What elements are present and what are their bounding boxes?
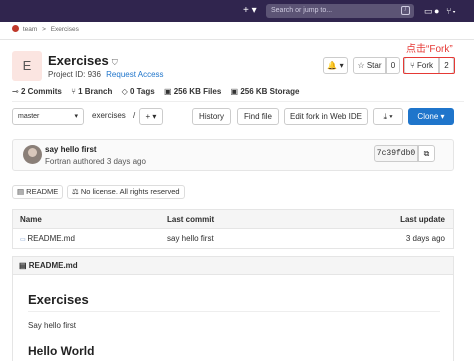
repo-path: exercises / — [92, 111, 140, 121]
annotation-label: 点击“Fork” — [406, 44, 453, 55]
commit-message[interactable]: say hello first — [45, 145, 97, 155]
project-stats: ⊸ 2 Commits ⑂ 1 Branch ◇ 0 Tags ▣ 256 KB… — [12, 87, 306, 97]
readme-heading-1: Exercises — [28, 292, 89, 307]
project-title: Exercises ⛉ — [48, 53, 118, 71]
storage-icon: ▣ — [230, 87, 241, 96]
download-button[interactable]: ⤓ ▾ — [373, 108, 403, 125]
merge-request-icon[interactable]: ⑂▾ — [446, 5, 457, 17]
add-file-button[interactable]: + ▾ — [139, 108, 163, 125]
last-commit-panel: say hello first Fortran authored 3 days … — [12, 139, 454, 171]
branch-select[interactable]: master ▾ — [12, 108, 84, 125]
readme-panel: ▤ README.md Exercises Say hello first He… — [12, 256, 454, 361]
last-update-cell: 3 days ago — [405, 234, 445, 243]
storage-stat: ▣ 256 KB Storage — [230, 87, 300, 96]
project-name: Exercises — [48, 53, 109, 68]
commit-sha[interactable]: 7c39fdb0 — [374, 145, 418, 162]
files-stat: ▣ 256 KB Files — [163, 87, 222, 96]
files-icon: ▣ — [163, 87, 174, 96]
branch-select-value: master — [18, 113, 40, 120]
history-button[interactable]: History — [192, 108, 231, 125]
plus-icon[interactable]: + ▾ — [243, 5, 265, 17]
star-button[interactable]: ☆ Star — [353, 57, 386, 74]
request-access-link[interactable]: Request Access — [106, 70, 163, 79]
table-row[interactable]: ▭ README.md say hello first 3 days ago — [13, 229, 453, 249]
issues-icon[interactable]: ▭ — [424, 5, 433, 17]
commits-stat[interactable]: ⊸ 2 Commits — [12, 87, 62, 96]
star-count[interactable]: 0 — [386, 57, 400, 74]
path-separator: / — [133, 111, 136, 120]
readme-heading-2: Hello World — [28, 344, 95, 358]
todo-icon[interactable]: ● — [434, 5, 439, 17]
scale-icon: ⚖ — [72, 187, 81, 196]
author-avatar[interactable] — [23, 145, 42, 164]
breadcrumb-project[interactable]: Exercises — [51, 26, 79, 33]
license-pill-label: No license. All rights reserved — [80, 187, 180, 196]
breadcrumb-separator: > — [42, 26, 46, 33]
top-nav-bar: + ▾ Search or jump to... / ▭ ● ⑂▾ — [0, 0, 474, 22]
annotation-highlight-box — [403, 57, 455, 74]
path-root[interactable]: exercises — [92, 111, 126, 120]
notification-bell-button[interactable]: 🔔 ▾ — [323, 57, 348, 74]
table-header: Name Last commit Last update — [13, 210, 453, 229]
column-name: Name — [20, 215, 42, 224]
group-logo-icon — [12, 25, 19, 32]
slash-shortcut-icon: / — [401, 6, 410, 15]
copy-icon[interactable]: ⧉ — [418, 145, 435, 162]
search-placeholder: Search or jump to... — [271, 7, 333, 14]
tag-icon: ◇ — [121, 87, 130, 96]
divider — [0, 39, 474, 40]
divider — [12, 101, 464, 102]
readme-paragraph: Say hello first — [28, 321, 77, 330]
project-avatar[interactable]: E — [12, 51, 42, 81]
readme-pill-label: README — [26, 187, 59, 196]
file-name-cell[interactable]: ▭ README.md — [20, 229, 75, 250]
readme-file-icon: ▤ — [19, 261, 29, 270]
branch-stat[interactable]: ⑂ 1 Branch — [71, 87, 112, 96]
book-icon: ▤ — [17, 187, 27, 196]
files-table: Name Last commit Last update ▭ README.md… — [12, 209, 454, 249]
column-last-commit: Last commit — [167, 215, 215, 224]
readme-divider — [28, 311, 440, 312]
last-commit-cell[interactable]: say hello first — [167, 229, 214, 249]
commit-meta: Fortran authored 3 days ago — [45, 157, 146, 166]
breadcrumb: team > Exercises — [12, 25, 79, 35]
project-id: Project ID: 936 Request Access — [48, 70, 164, 80]
readme-pill[interactable]: ▤ README — [12, 185, 64, 199]
commit-icon: ⊸ — [12, 87, 21, 96]
visibility-shield-icon: ⛉ — [111, 58, 118, 67]
tags-stat[interactable]: ◇ 0 Tags — [122, 87, 155, 96]
readme-header: ▤ README.md — [13, 257, 453, 275]
project-id-label: Project ID: 936 — [48, 70, 101, 79]
search-input[interactable]: Search or jump to... / — [266, 4, 414, 18]
column-last-update: Last update — [400, 215, 445, 224]
web-ide-button[interactable]: Edit fork in Web IDE — [284, 108, 368, 125]
breadcrumb-group[interactable]: team — [23, 26, 37, 33]
clone-button[interactable]: Clone ▾ — [408, 108, 454, 125]
chevron-down-icon: ▾ — [74, 113, 78, 120]
license-pill[interactable]: ⚖ No license. All rights reserved — [67, 185, 185, 199]
find-file-button[interactable]: Find file — [237, 108, 279, 125]
